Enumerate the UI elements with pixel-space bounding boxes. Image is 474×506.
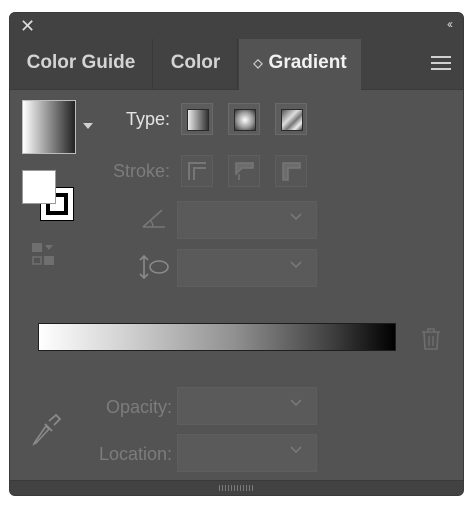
tab-label: Gradient <box>268 52 347 74</box>
linear-gradient-button[interactable] <box>181 103 213 135</box>
radial-gradient-button[interactable] <box>228 103 260 135</box>
stroke-along-icon <box>235 162 254 180</box>
tab-label: Color Guide <box>26 52 136 73</box>
up-down-arrows-icon: ◇ <box>253 56 263 70</box>
panel-bottom-bar <box>10 480 463 495</box>
stroke-across-button[interactable] <box>275 155 307 187</box>
gradient-panel: ✕ ‹‹ Color Guide Color ◇ Gradient Type: S… <box>9 12 464 496</box>
freeform-gradient-button[interactable] <box>275 103 307 135</box>
tab-label: Color <box>170 52 221 73</box>
angle-dropdown[interactable] <box>177 201 317 239</box>
opacity-label: Opacity: <box>105 397 172 417</box>
gradient-swatch[interactable] <box>22 100 76 154</box>
tab-gradient[interactable]: ◇ Gradient <box>239 39 361 90</box>
close-icon[interactable]: ✕ <box>20 16 35 36</box>
type-label: Type: <box>125 109 170 129</box>
opacity-dropdown[interactable] <box>177 387 317 425</box>
gradient-menu-arrow-icon[interactable] <box>83 123 93 129</box>
freeform-gradient-icon <box>281 109 303 131</box>
location-dropdown[interactable] <box>177 434 317 472</box>
double-chevron-left-icon[interactable]: ‹‹ <box>447 17 453 31</box>
trash-icon[interactable] <box>420 327 442 351</box>
aspect-ratio-dropdown[interactable] <box>177 249 317 287</box>
tab-color[interactable]: Color <box>154 39 238 89</box>
stroke-along-button[interactable] <box>228 155 260 187</box>
eyedropper-icon[interactable] <box>30 413 62 447</box>
tab-color-guide[interactable]: Color Guide <box>10 39 153 89</box>
chevron-down-icon <box>290 399 302 407</box>
panel-menu-icon[interactable] <box>431 56 451 70</box>
stroke-label: Stroke: <box>112 161 170 181</box>
chevron-down-icon <box>290 261 302 269</box>
panel-titlebar: ✕ ‹‹ <box>10 13 463 39</box>
radial-gradient-icon <box>234 109 256 131</box>
location-label: Location: <box>98 444 172 464</box>
gradient-slider[interactable] <box>38 323 396 351</box>
chevron-down-icon <box>290 446 302 454</box>
reverse-gradient-icon[interactable] <box>30 241 60 269</box>
stroke-within-icon <box>188 162 206 180</box>
stroke-across-icon <box>282 162 301 181</box>
stroke-within-button[interactable] <box>181 155 213 187</box>
resize-grip-icon[interactable] <box>218 485 255 491</box>
aspect-ratio-icon <box>139 254 169 280</box>
panel-tabs: Color Guide Color ◇ Gradient <box>10 39 463 90</box>
angle-icon <box>142 209 165 228</box>
linear-gradient-icon <box>187 109 209 131</box>
chevron-down-icon <box>290 213 302 221</box>
fill-swatch[interactable] <box>22 170 56 204</box>
